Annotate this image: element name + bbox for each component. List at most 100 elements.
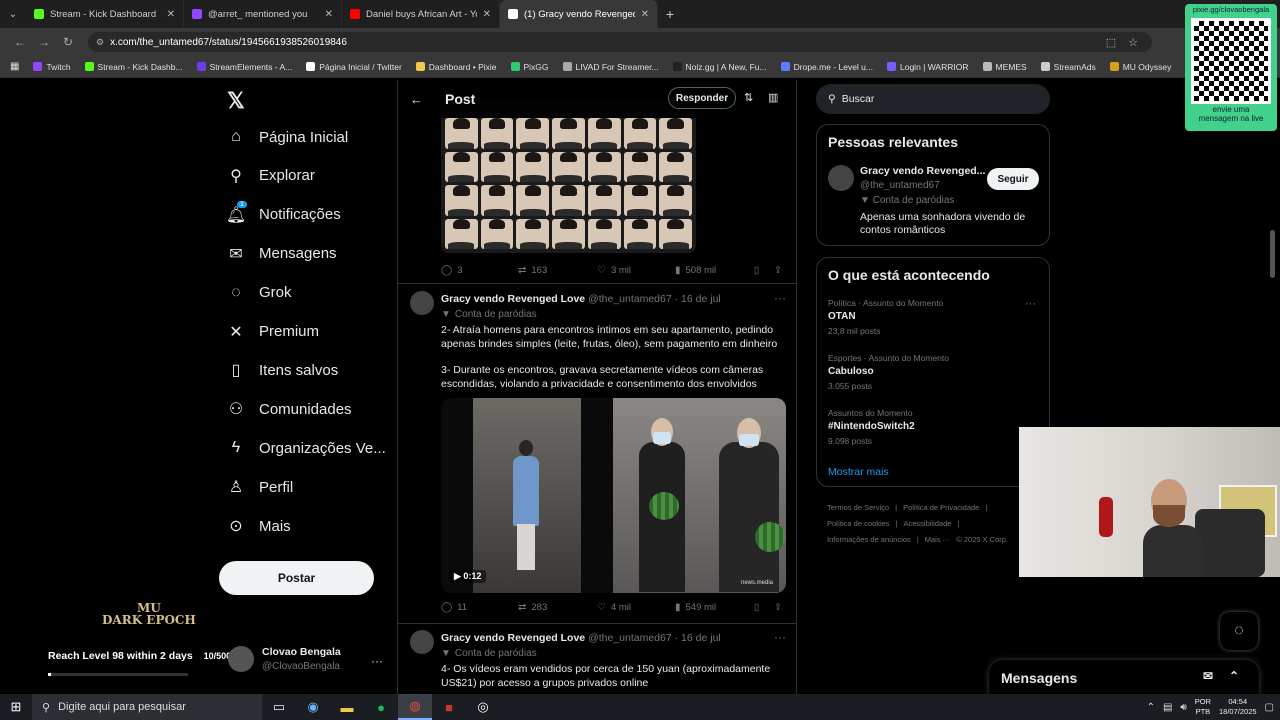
repost-action[interactable]: ⇄ 163 bbox=[518, 265, 547, 276]
tab-search-button[interactable]: ⌄ bbox=[0, 0, 26, 28]
avatar[interactable] bbox=[828, 165, 854, 191]
more-dots-icon[interactable]: ··· bbox=[774, 630, 786, 644]
account-switcher[interactable]: Clovao Bengala @ClovaoBengala ··· bbox=[228, 646, 383, 672]
tweet-handle[interactable]: @the_untamed67 bbox=[588, 632, 672, 644]
share-icon[interactable]: ⇪ bbox=[774, 602, 782, 613]
bookmark-star-icon[interactable]: ☆ bbox=[1128, 36, 1138, 49]
follow-button[interactable]: Seguir bbox=[987, 168, 1039, 190]
network-icon[interactable]: ▤ bbox=[1163, 702, 1172, 713]
back-arrow-icon[interactable]: ← bbox=[8, 30, 32, 54]
reload-icon[interactable]: ↻ bbox=[56, 30, 80, 54]
chrome-icon[interactable]: ◍ bbox=[398, 694, 432, 720]
volume-icon[interactable]: 🔊︎ bbox=[1180, 702, 1186, 713]
tweet-date[interactable]: · 16 de jul bbox=[675, 293, 721, 305]
browser-tab[interactable]: Stream - Kick Dashboard ✕ bbox=[26, 0, 184, 28]
footer-link[interactable]: Política de Privacidade bbox=[903, 503, 979, 512]
apps-grid-icon[interactable]: ▦ bbox=[10, 61, 19, 72]
like-action[interactable]: ♡ 4 mil bbox=[597, 602, 631, 613]
notifications-icon[interactable]: ▢ bbox=[1265, 702, 1274, 713]
footer-link[interactable]: Termos de Serviço bbox=[827, 503, 889, 512]
nav-item-mais[interactable]: ⊙ Mais bbox=[227, 517, 290, 536]
footer-link[interactable]: © 2025 X Corp. bbox=[956, 535, 1008, 544]
bookmark-item[interactable]: Noiz.gg | A New, Fu... bbox=[672, 62, 767, 72]
browser-tab[interactable]: (1) Gracy vendo Revenged Love ✕ bbox=[500, 0, 658, 28]
bookmark-item[interactable]: Login | WARRIOR bbox=[887, 62, 969, 72]
url-bar[interactable]: ⚙ x.com/the_untamed67/status/19456619385… bbox=[88, 32, 1152, 52]
browser-tab[interactable]: @arret_ mentioned you ✕ bbox=[184, 0, 342, 28]
reader-view-icon[interactable]: ▥ bbox=[768, 91, 778, 104]
footer-link[interactable]: Acessibilidade bbox=[904, 519, 952, 528]
bookmark-item[interactable]: LIVAD For Streamer... bbox=[562, 62, 659, 72]
bookmark-item[interactable]: MU Odyssey bbox=[1109, 62, 1171, 72]
nav-item-notificações[interactable]: 🔔︎ 1 Notificações bbox=[226, 200, 341, 224]
bookmark-item[interactable]: Drope.me - Level u... bbox=[780, 62, 873, 72]
footer-link[interactable]: Mais ··· bbox=[925, 535, 950, 544]
app-icon[interactable]: ■ bbox=[432, 694, 466, 720]
tweet-handle[interactable]: @the_untamed67 bbox=[588, 293, 672, 305]
relevant-user-handle[interactable]: @the_untamed67 bbox=[860, 180, 940, 191]
video-player[interactable]: ▶ 0:12 news.media bbox=[441, 398, 786, 593]
nav-item-premium[interactable]: ✕ Premium bbox=[227, 323, 319, 341]
close-icon[interactable]: ✕ bbox=[483, 9, 491, 20]
post-image-grid[interactable] bbox=[441, 98, 696, 253]
more-dots-icon[interactable]: ··· bbox=[371, 654, 383, 668]
bookmark-item[interactable]: Página Inicial / Twitter bbox=[306, 62, 402, 72]
avatar[interactable] bbox=[410, 291, 434, 315]
close-icon[interactable]: ✕ bbox=[641, 9, 649, 20]
expand-icon[interactable]: ⌃ bbox=[1229, 669, 1239, 683]
language-indicator[interactable]: POR PTB bbox=[1195, 697, 1211, 717]
nav-item-perfil[interactable]: ♙ Perfil bbox=[227, 478, 293, 497]
bookmark-item[interactable]: PixGG bbox=[510, 62, 549, 72]
obs-icon[interactable]: ◎ bbox=[466, 694, 500, 720]
search-input[interactable]: ⚲ Buscar bbox=[816, 84, 1050, 114]
messages-drawer[interactable]: Mensagens ✉ ⌃ bbox=[989, 660, 1259, 696]
bookmark-item[interactable]: StreamElements - A... bbox=[196, 62, 292, 72]
forward-arrow-icon[interactable]: → bbox=[32, 30, 56, 54]
views-action[interactable]: ▮ 549 mil bbox=[675, 602, 716, 613]
copilot-icon[interactable]: ◉ bbox=[296, 694, 330, 720]
nav-item-itens-salvos[interactable]: ▯ Itens salvos bbox=[227, 361, 339, 380]
nav-item-explorar[interactable]: ⚲ Explorar bbox=[227, 167, 315, 185]
x-logo-icon[interactable]: 𝕏 bbox=[227, 88, 245, 114]
bookmark-item[interactable]: Dashboard • Pixie bbox=[415, 62, 497, 72]
bookmark-icon[interactable]: ▯ bbox=[754, 602, 759, 613]
close-icon[interactable]: ✕ bbox=[167, 9, 175, 20]
more-dots-icon[interactable]: ··· bbox=[1025, 298, 1036, 310]
post-button[interactable]: Postar bbox=[219, 561, 374, 595]
new-message-icon[interactable]: ✉ bbox=[1203, 669, 1213, 683]
bookmark-item[interactable]: StreamAds bbox=[1040, 62, 1096, 72]
clock[interactable]: 04:54 18/07/2025 bbox=[1219, 697, 1257, 717]
share-icon[interactable]: ⇪ bbox=[774, 265, 782, 276]
new-tab-button[interactable]: + bbox=[658, 0, 682, 28]
scrollbar[interactable] bbox=[1270, 230, 1275, 278]
nav-item-organizações-ve[interactable]: ϟ Organizações Ve... bbox=[227, 439, 386, 457]
file-explorer-icon[interactable]: ▬ bbox=[330, 694, 364, 720]
install-app-icon[interactable]: ⬚ bbox=[1106, 36, 1116, 49]
nav-item-comunidades[interactable]: ⚇ Comunidades bbox=[227, 400, 352, 419]
nav-item-grok[interactable]: ◌ Grok bbox=[227, 284, 291, 302]
filter-icon[interactable]: ⇅ bbox=[744, 91, 753, 104]
site-info-icon[interactable]: ⚙ bbox=[96, 37, 104, 48]
spotify-icon[interactable]: ● bbox=[364, 694, 398, 720]
nav-item-mensagens[interactable]: ✉ Mensagens bbox=[227, 245, 336, 263]
tweet-author[interactable]: Gracy vendo Revenged Love bbox=[441, 293, 585, 305]
show-more-link[interactable]: Mostrar mais bbox=[828, 466, 889, 478]
taskbar-search[interactable]: ⚲ Digite aqui para pesquisar bbox=[32, 694, 262, 720]
avatar[interactable] bbox=[410, 630, 434, 654]
task-view-icon[interactable]: ▭ bbox=[262, 694, 296, 720]
relevant-user-name[interactable]: Gracy vendo Revenged... bbox=[860, 165, 985, 177]
repost-action[interactable]: ⇄ 283 bbox=[518, 602, 547, 613]
close-icon[interactable]: ✕ bbox=[325, 9, 333, 20]
bookmark-icon[interactable]: ▯ bbox=[754, 265, 759, 276]
tweet-date[interactable]: · 16 de jul bbox=[675, 632, 721, 644]
bookmark-item[interactable]: Twitch bbox=[33, 62, 71, 72]
footer-link[interactable]: Política de cookies bbox=[827, 519, 890, 528]
more-dots-icon[interactable]: ··· bbox=[774, 291, 786, 305]
nav-item-página-inicial[interactable]: ⌂ Página Inicial bbox=[227, 128, 348, 146]
footer-link[interactable]: Informações de anúncios bbox=[827, 535, 911, 544]
reply-button[interactable]: Responder bbox=[668, 87, 736, 109]
grok-button[interactable]: ◌ bbox=[1220, 612, 1258, 650]
browser-tab[interactable]: Daniel buys African Art - YouTube ✕ bbox=[342, 0, 500, 28]
views-action[interactable]: ▮ 508 mil bbox=[675, 265, 716, 276]
back-arrow-icon[interactable]: ← bbox=[410, 92, 423, 107]
